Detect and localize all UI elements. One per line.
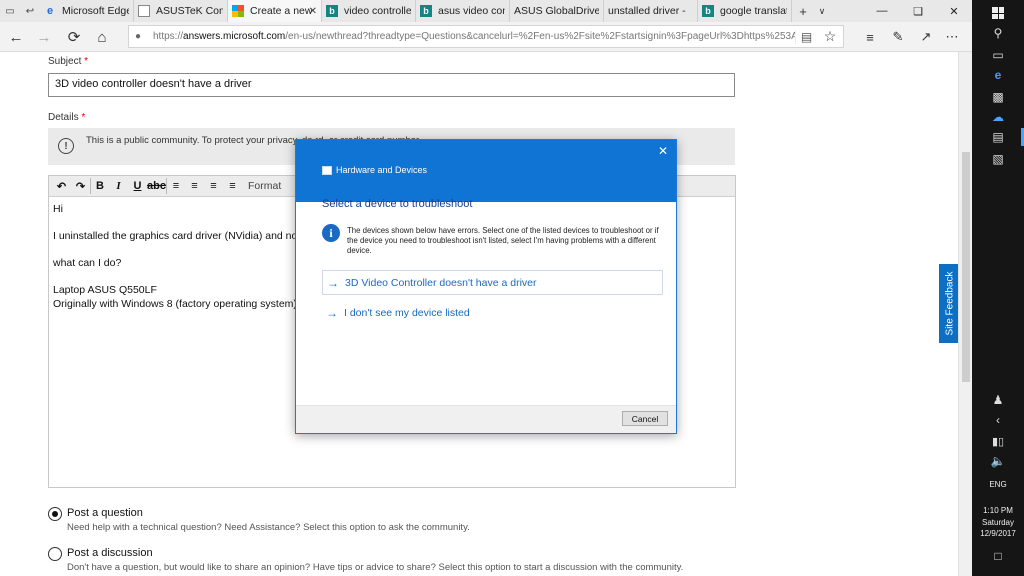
back-button[interactable]: ← <box>4 26 28 48</box>
strikethrough-button[interactable]: abc <box>147 178 166 194</box>
web-note-icon[interactable]: ✎ <box>888 28 908 46</box>
troubleshooter-window-icon <box>322 166 332 175</box>
dialog-heading: Select a device to troubleshoot <box>322 198 473 210</box>
tab[interactable]: ASUSTeK Comput <box>134 0 228 22</box>
battery-icon[interactable]: ▮▯ <box>972 434 1024 448</box>
dialog-close-button[interactable]: ✕ <box>658 144 668 158</box>
task-view-icon[interactable]: ▭ <box>972 46 1024 64</box>
people-icon[interactable]: ♟ <box>972 392 1024 408</box>
cancel-button[interactable]: Cancel <box>622 411 668 426</box>
details-label: Details * <box>48 112 86 123</box>
search-icon[interactable]: ⚲ <box>972 24 1024 42</box>
tab-list-chevron-icon[interactable]: ∨ <box>814 0 830 22</box>
troubleshooter-taskbar-icon[interactable]: ▤ <box>972 128 1024 146</box>
close-tab-icon[interactable]: ✕ <box>309 6 317 17</box>
dialog-titlebar: Hardware and Devices ✕ <box>296 140 676 202</box>
redo-icon[interactable]: ↷ <box>71 178 90 194</box>
usb-device-icon[interactable]: ▩ <box>972 88 1024 106</box>
page-scrollbar[interactable] <box>958 52 972 576</box>
tab[interactable]: ASUS GlobalDrive <box>510 0 604 22</box>
url-field[interactable]: ● https://answers.microsoft.com/en-us/ne… <box>128 25 844 48</box>
display-taskbar-icon[interactable]: ▧ <box>972 150 1024 168</box>
clock-day: Saturday <box>981 518 1015 527</box>
align-left-icon[interactable]: ≡ <box>166 178 185 194</box>
bing-favicon-icon: b <box>702 5 714 17</box>
scrollbar-thumb[interactable] <box>962 152 970 382</box>
tab-preview-icon[interactable]: ▭ <box>0 0 20 22</box>
post-discussion-desc: Don't have a question, but would like to… <box>67 562 684 573</box>
minimize-button[interactable]: — <box>864 0 900 22</box>
refresh-button[interactable]: ⟳ <box>62 26 86 48</box>
language-indicator[interactable]: ENG <box>972 480 1024 490</box>
address-bar: ← → ⟳ ⌂ ● https://answers.microsoft.com/… <box>0 22 972 52</box>
subject-label: Subject * <box>48 56 89 67</box>
post-question-desc: Need help with a technical question? Nee… <box>67 522 470 533</box>
undo-icon[interactable]: ↶ <box>52 178 71 194</box>
tab[interactable]: basus video contro <box>416 0 510 22</box>
bing-favicon-icon: b <box>326 5 338 17</box>
close-window-button[interactable]: ✕ <box>936 0 972 22</box>
arrow-right-icon: → <box>326 305 338 320</box>
tab-strip: ▭ ↩ eMicrosoft Edge ASUSTeK Comput Creat… <box>0 0 972 22</box>
share-icon[interactable]: ↗ <box>916 28 936 46</box>
arrow-right-icon: → <box>327 275 339 290</box>
troubleshoot-dialog: Hardware and Devices ✕ Select a device t… <box>295 139 677 434</box>
info-icon: i <box>322 224 340 242</box>
favorite-star-icon[interactable]: ☆ <box>817 28 843 45</box>
device-option-not-listed[interactable]: → I don't see my device listed <box>322 300 663 325</box>
dialog-info-text: The devices shown below have errors. Sel… <box>347 226 659 255</box>
favorites-hub-icon[interactable]: ≡ <box>860 28 880 46</box>
windows-logo-icon <box>992 7 1004 19</box>
tab[interactable]: e Microsoft Edge <box>40 0 134 22</box>
action-center-icon[interactable]: □ <box>972 548 1024 564</box>
onedrive-icon[interactable]: ☁ <box>972 108 1024 126</box>
clock-date: 12/9/2017 <box>980 529 1016 538</box>
tab[interactable]: bgoogle translate - <box>698 0 792 22</box>
tab[interactable]: unstalled driver - <box>604 0 698 22</box>
post-discussion-radio[interactable] <box>48 547 62 561</box>
maximize-button[interactable]: ❏ <box>900 0 936 22</box>
clock-time[interactable]: 1:10 PM <box>972 506 1024 516</box>
taskbar: ⚲ ▭ e ▩ ☁ ▤ ▧ ♟ ‹ ▮▯ 🔈 ENG 1:10 PM Satur… <box>972 0 1024 576</box>
underline-button[interactable]: U <box>128 178 147 194</box>
bing-favicon-icon: b <box>420 5 432 17</box>
url-text: https://answers.microsoft.com/en-us/newt… <box>153 31 795 42</box>
post-question-radio[interactable] <box>48 507 62 521</box>
volume-icon[interactable]: 🔈 <box>972 454 1024 468</box>
home-button[interactable]: ⌂ <box>90 26 114 48</box>
set-aside-tabs-icon[interactable]: ↩ <box>20 0 40 22</box>
dialog-title: Hardware and Devices <box>336 165 428 175</box>
align-center-icon[interactable]: ≡ <box>185 178 204 194</box>
device-option-3d-video[interactable]: → 3D Video Controller doesn't have a dri… <box>322 270 663 295</box>
align-right-icon[interactable]: ≡ <box>204 178 223 194</box>
new-tab-button[interactable]: + <box>792 0 814 22</box>
subject-input[interactable]: 3D video controller doesn't have a drive… <box>48 73 735 97</box>
justify-icon[interactable]: ≡ <box>223 178 242 194</box>
show-hidden-icons-chevron[interactable]: ‹ <box>972 412 1024 428</box>
lock-icon: ● <box>135 31 142 42</box>
edge-favicon-icon: e <box>46 5 54 17</box>
microsoft-favicon-icon <box>232 5 244 17</box>
forward-button[interactable]: → <box>32 26 56 48</box>
format-dropdown[interactable]: Format <box>248 180 281 192</box>
tab-active[interactable]: Create a new ✕ <box>228 0 322 22</box>
post-question-title: Post a question <box>67 507 143 519</box>
post-discussion-title: Post a discussion <box>67 547 153 559</box>
dialog-footer: Cancel <box>296 405 676 433</box>
edge-taskbar-icon[interactable]: e <box>972 66 1024 84</box>
alert-icon: ! <box>58 138 74 154</box>
bold-button[interactable]: B <box>90 178 109 194</box>
asus-favicon-icon <box>138 5 150 17</box>
tab[interactable]: bvideo controller n <box>322 0 416 22</box>
start-button[interactable] <box>972 4 1024 22</box>
italic-button[interactable]: I <box>109 178 128 194</box>
more-icon[interactable]: ⋯ <box>942 28 962 46</box>
reading-view-icon[interactable]: ▤ <box>795 29 817 44</box>
